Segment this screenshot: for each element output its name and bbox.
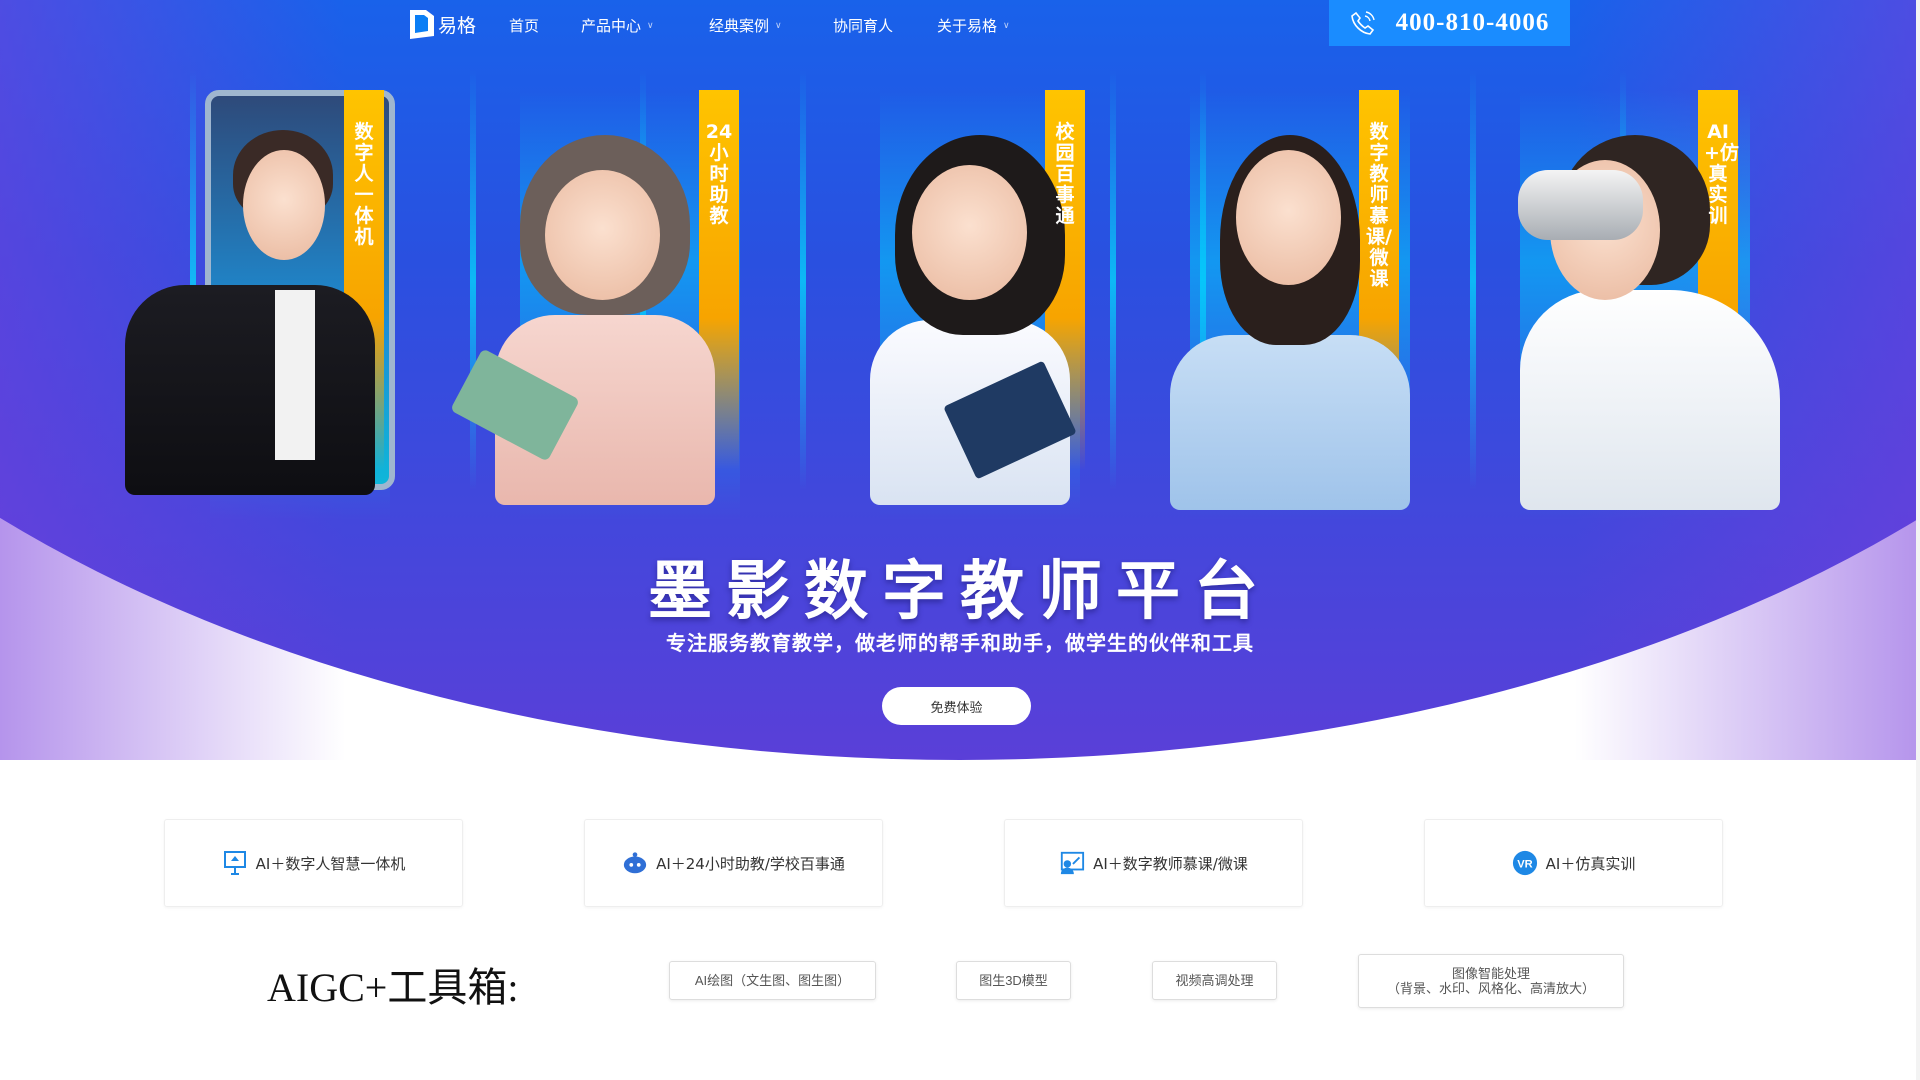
card-mooc[interactable]: AI＋数字教师慕课/微课 (1004, 819, 1303, 907)
light-stripe (1470, 70, 1476, 490)
light-stripe (470, 70, 476, 490)
logo[interactable]: 易格 (408, 8, 476, 40)
card-label: AI＋24小时助教/学校百事通 (656, 854, 845, 873)
card-kiosk[interactable]: AI＋数字人智慧一体机 (164, 819, 463, 907)
scrollbar[interactable] (1916, 0, 1920, 1080)
phone-icon (1350, 11, 1375, 35)
light-stripe (1110, 70, 1116, 490)
kiosk-icon (222, 850, 248, 876)
nav-products[interactable]: 产品中心 ∨ (581, 15, 654, 36)
tool-video-enhance[interactable]: 视频高调处理 (1152, 961, 1277, 1000)
hero-title: 墨影数字教师平台 (648, 555, 1272, 629)
free-trial-button[interactable]: 免费体验 (882, 687, 1031, 725)
toolbox-title: AIGC+工具箱: (267, 965, 519, 1010)
panel-label: AI+仿真实训 (1704, 121, 1739, 227)
nav-about[interactable]: 关于易格 ∨ (937, 15, 1010, 36)
tool-sublabel: （背景、水印、风格化、高清放大） (1386, 981, 1595, 996)
tool-label: 图像智能处理 (1451, 966, 1530, 981)
card-assistant[interactable]: AI＋24小时助教/学校百事通 (584, 819, 883, 907)
nav-label: 首页 (509, 17, 540, 35)
nav-label: 经典案例 (709, 17, 770, 35)
tool-ai-drawing[interactable]: AI绘图（文生图、图生图） (669, 961, 876, 1000)
chevron-down-icon: ∨ (647, 20, 654, 31)
phone-number: 400-810-4006 (1395, 9, 1550, 36)
logo-icon (410, 10, 434, 39)
chevron-down-icon: ∨ (1003, 20, 1010, 31)
nav-home[interactable]: 首页 (509, 15, 539, 36)
panel-label: 24小时助教 (705, 121, 733, 227)
panel-label: 校园百事通 (1055, 121, 1075, 227)
tool-image-to-3d[interactable]: 图生3D模型 (956, 961, 1071, 1000)
card-label: AI＋数字教师慕课/微课 (1093, 854, 1248, 873)
vr-icon: VR (1512, 850, 1538, 876)
top-nav: 易格 首页 产品中心 ∨ 经典案例 ∨ 协同育人 关于易格 ∨ 400-810-400… (0, 0, 1920, 46)
robot-icon (622, 850, 648, 876)
nav-label: 关于易格 (937, 17, 998, 35)
card-label: AI＋仿真实训 (1545, 854, 1636, 873)
card-label: AI＋数字人智慧一体机 (255, 854, 406, 873)
tool-image-processing[interactable]: 图像智能处理 （背景、水印、风格化、高清放大） (1358, 954, 1624, 1008)
teacher-screen-icon (1059, 850, 1085, 876)
phone-contact[interactable]: 400-810-4006 (1329, 0, 1570, 46)
light-stripe (800, 70, 806, 490)
panel-label: 数字人一体机 (354, 121, 374, 248)
chevron-down-icon: ∨ (775, 20, 782, 31)
nav-label: 协同育人 (833, 17, 894, 35)
hero-banner: 数字人一体机 24小时助教 校园百事通 数字教师慕课/微课 AI+仿真实训 墨影… (0, 0, 1920, 760)
logo-text: 易格 (438, 14, 477, 37)
vr-headset-icon (1518, 170, 1643, 240)
nav-cases[interactable]: 经典案例 ∨ (709, 15, 782, 36)
nav-collaboration[interactable]: 协同育人 (833, 15, 893, 36)
svg-text:VR: VR (1517, 859, 1532, 871)
panel-label: 数字教师慕课/微课 (1366, 121, 1392, 290)
hero-subtitle: 专注服务教育教学，做老师的帮手和助手，做学生的伙伴和工具 (666, 631, 1254, 655)
nav-label: 产品中心 (581, 17, 642, 35)
card-vr[interactable]: VR AI＋仿真实训 (1424, 819, 1723, 907)
